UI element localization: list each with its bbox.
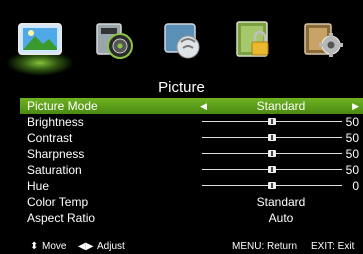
picture-mode-value: Standard	[256, 99, 306, 113]
hue-row[interactable]: Hue 0	[20, 178, 363, 194]
saturation-row[interactable]: Saturation 50	[20, 162, 363, 178]
hue-slider-thumb[interactable]	[268, 182, 276, 189]
right-arrow-icon[interactable]: ▶	[352, 98, 359, 114]
hue-value: 0	[352, 179, 359, 193]
brightness-label: Brightness	[27, 115, 84, 129]
up-down-arrows-icon: ⬍	[30, 241, 39, 252]
sharpness-label: Sharpness	[27, 147, 85, 161]
channel-icon	[164, 23, 200, 59]
left-right-arrows-icon: ◀▶	[78, 241, 94, 252]
saturation-slider[interactable]	[202, 166, 342, 173]
brightness-slider-thumb[interactable]	[268, 118, 276, 125]
key-hints-bar: ⬍ Move ◀▶ Adjust MENU: Return EXIT: Exit	[0, 240, 363, 254]
picture-icon	[18, 23, 62, 55]
sharpness-row[interactable]: Sharpness 50	[20, 146, 363, 162]
left-arrow-icon[interactable]: ◀	[200, 98, 207, 114]
color-temp-value: Standard	[256, 195, 306, 209]
sound-icon	[96, 23, 133, 59]
saturation-value: 50	[345, 163, 359, 177]
picture-mode-label: Picture Mode	[27, 99, 98, 113]
setup-icon	[304, 23, 343, 57]
contrast-slider-thumb[interactable]	[268, 134, 276, 141]
contrast-slider[interactable]	[202, 134, 342, 141]
brightness-row[interactable]: Brightness 50	[20, 114, 363, 130]
saturation-slider-thumb[interactable]	[268, 166, 276, 173]
sharpness-slider[interactable]	[202, 150, 342, 157]
sharpness-value: 50	[345, 147, 359, 161]
contrast-label: Contrast	[27, 131, 73, 145]
adjust-hint: Adjust	[97, 241, 125, 252]
hue-slider[interactable]	[202, 182, 342, 189]
tab-sound[interactable]	[88, 12, 140, 68]
hue-label: Hue	[27, 179, 50, 193]
category-tabs	[0, 0, 363, 80]
tab-channel[interactable]	[156, 12, 208, 68]
aspect-ratio-value: Auto	[268, 211, 294, 225]
contrast-row[interactable]: Contrast 50	[20, 130, 363, 146]
menu-title: Picture	[158, 79, 205, 96]
contrast-value: 50	[345, 131, 359, 145]
brightness-value: 50	[345, 115, 359, 129]
tab-lock[interactable]	[228, 12, 280, 68]
tab-picture[interactable]	[14, 12, 66, 68]
saturation-label: Saturation	[27, 163, 82, 177]
color-temp-row[interactable]: Color Temp Standard	[20, 194, 363, 210]
tab-setup[interactable]	[298, 12, 350, 68]
picture-mode-row[interactable]: Picture Mode ◀ Standard ▶	[20, 98, 363, 114]
move-hint: Move	[42, 241, 67, 252]
menu-return-hint: MENU: Return	[232, 241, 298, 252]
sharpness-slider-thumb[interactable]	[268, 150, 276, 157]
color-temp-label: Color Temp	[27, 195, 89, 209]
picture-settings-list: Picture Mode ◀ Standard ▶ Brightness 50 …	[20, 98, 363, 226]
lock-icon	[236, 21, 269, 57]
aspect-ratio-label: Aspect Ratio	[27, 211, 96, 225]
brightness-slider[interactable]	[202, 118, 342, 125]
exit-hint: EXIT: Exit	[311, 241, 355, 252]
aspect-ratio-row[interactable]: Aspect Ratio Auto	[20, 210, 363, 226]
